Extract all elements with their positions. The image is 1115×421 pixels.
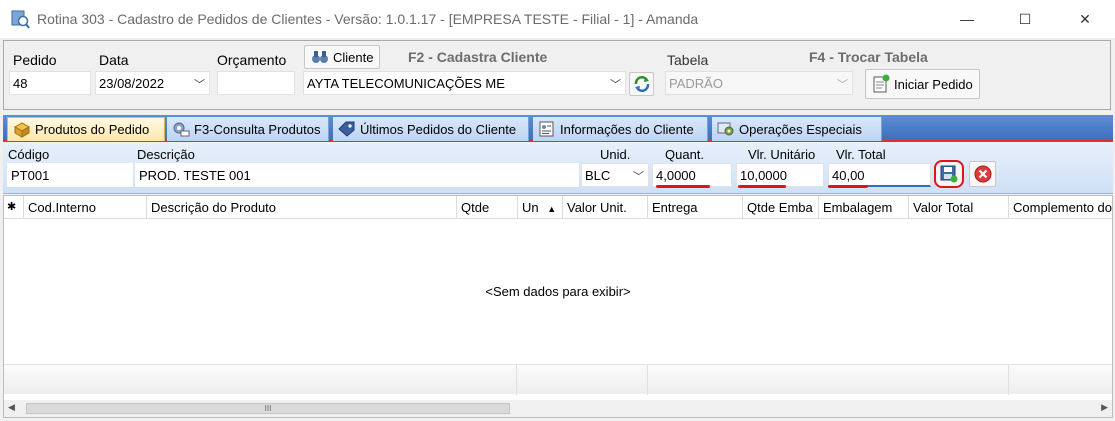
scroll-left-icon[interactable]: ◀ (8, 402, 15, 413)
tag-icon (338, 121, 355, 137)
sort-ascending-icon: ▲ (547, 204, 557, 214)
app-icon (11, 10, 30, 29)
unid-label: Unid. (600, 147, 631, 162)
minimize-button[interactable]: — (944, 0, 990, 38)
cancel-icon (974, 165, 991, 183)
tab-f3-consulta-produtos[interactable]: F3-Consulta Produtos (167, 117, 329, 141)
window-title: Rotina 303 - Cadastro de Pedidos de Clie… (37, 11, 699, 27)
minimize-icon: — (960, 11, 974, 27)
col-valor-unit[interactable]: Valor Unit. (563, 196, 648, 219)
chevron-down-icon[interactable]: ﹀ (837, 76, 848, 92)
binoculars-icon (312, 51, 328, 63)
tab-label: Operações Especiais (739, 121, 862, 137)
orcamento-label: Orçamento (217, 52, 287, 68)
refresh-icon (634, 76, 649, 92)
scrollbar-thumb[interactable]: III (26, 403, 510, 414)
unid-select[interactable]: BLC ﹀ (581, 163, 649, 187)
quant-highlight (656, 185, 710, 188)
order-header-panel: Pedido 48 Data 23/08/2022 ﹀ Orçamento Cl… (3, 40, 1111, 110)
close-button[interactable]: ✕ (1062, 0, 1108, 38)
codigo-label: Código (8, 147, 50, 162)
cliente-button-label: Cliente (333, 49, 374, 65)
pedido-field[interactable]: 48 (9, 71, 91, 95)
footer-separator (647, 365, 648, 395)
vlr-unitario-highlight (738, 185, 786, 188)
row-indicator-icon: ✱ (4, 196, 24, 219)
col-qtde-emba[interactable]: Qtde Emba (743, 196, 819, 219)
settings-icon (717, 122, 734, 136)
col-qtde[interactable]: Qtde (457, 196, 518, 219)
footer-separator (516, 365, 517, 395)
vlr-total-field[interactable]: 40,00 (828, 163, 931, 187)
unid-value: BLC (585, 168, 611, 183)
tab-label: Últimos Pedidos do Cliente (360, 121, 517, 137)
descricao-field[interactable]: PROD. TESTE 001 (135, 163, 579, 187)
cliente-value: AYTA TELECOMUNICAÇÕES ME (307, 76, 505, 91)
tab-label: Produtos do Pedido (35, 122, 150, 137)
refresh-button[interactable] (629, 72, 654, 96)
tab-ultimos-pedidos[interactable]: Últimos Pedidos do Cliente (333, 117, 529, 141)
tab-informacoes-cliente[interactable]: Informações do Cliente (533, 117, 708, 141)
vlr-unitario-field[interactable]: 10,0000 (736, 163, 824, 187)
cancel-item-button[interactable] (969, 161, 996, 187)
vlr-total-label: Vlr. Total (836, 147, 886, 162)
grid-footer-summary (4, 364, 1112, 395)
cliente-select[interactable]: AYTA TELECOMUNICAÇÕES ME ﹀ (303, 71, 626, 95)
item-entry-panel: Código PT001 Descrição PROD. TESTE 001 U… (3, 144, 1113, 194)
col-entrega[interactable]: Entrega (648, 196, 743, 219)
orcamento-field[interactable] (217, 71, 295, 95)
f4-trocar-tabela-label: F4 - Trocar Tabela (809, 49, 928, 65)
col-embalagem[interactable]: Embalagem (819, 196, 909, 219)
col-un[interactable]: Un ▲ (518, 196, 563, 219)
footer-separator (1008, 365, 1009, 395)
pedido-label: Pedido (13, 52, 57, 68)
iniciar-pedido-button[interactable]: Iniciar Pedido (865, 69, 980, 99)
box-icon (13, 121, 31, 138)
col-complemento[interactable]: Complemento do (1009, 196, 1114, 219)
chevron-down-icon[interactable]: ﹀ (633, 168, 644, 184)
date-value: 23/08/2022 (99, 76, 165, 91)
codigo-field[interactable]: PT001 (7, 163, 133, 187)
tabela-select[interactable]: PADRÃO ﹀ (665, 71, 853, 95)
col-un-label: Un (522, 200, 539, 215)
products-grid[interactable]: ✱ Cod.Interno Descrição do Produto Qtde … (3, 195, 1113, 418)
quant-field[interactable]: 4,0000 (652, 163, 732, 187)
save-icon (940, 165, 958, 183)
tab-label: F3-Consulta Produtos (194, 121, 321, 137)
save-item-button[interactable] (934, 160, 964, 188)
vlr-total-highlight (828, 185, 868, 188)
empty-grid-message: <Sem dados para exibir> (485, 284, 631, 299)
cliente-button[interactable]: Cliente (304, 45, 381, 69)
col-cod-interno[interactable]: Cod.Interno (24, 196, 147, 219)
maximize-icon: ☐ (1018, 10, 1032, 27)
scroll-right-icon[interactable]: ▶ (1101, 402, 1108, 413)
chevron-down-icon[interactable]: ﹀ (610, 76, 621, 92)
tabela-value: PADRÃO (669, 76, 723, 91)
data-label: Data (99, 52, 129, 68)
quant-label: Quant. (665, 147, 705, 162)
grid-header: ✱ Cod.Interno Descrição do Produto Qtde … (4, 196, 1112, 219)
close-icon: ✕ (1079, 10, 1091, 27)
col-valor-total[interactable]: Valor Total (909, 196, 1009, 219)
tab-strip: Produtos do Pedido F3-Consulta Produtos … (3, 115, 1113, 142)
title-bar: Rotina 303 - Cadastro de Pedidos de Clie… (0, 0, 1115, 38)
date-field[interactable]: 23/08/2022 ﹀ (95, 71, 210, 95)
descricao-label: Descrição (137, 147, 195, 162)
tab-produtos-do-pedido[interactable]: Produtos do Pedido (7, 117, 165, 141)
col-descricao-produto[interactable]: Descrição do Produto (147, 196, 457, 219)
iniciar-pedido-label: Iniciar Pedido (894, 76, 973, 92)
tab-label: Informações do Cliente (560, 121, 694, 137)
chevron-down-icon[interactable]: ﹀ (194, 76, 205, 92)
maximize-button[interactable]: ☐ (1002, 0, 1048, 38)
vlr-unitario-label: Vlr. Unitário (748, 147, 816, 162)
gear-icon (173, 122, 190, 137)
f2-cadastra-cliente-label: F2 - Cadastra Cliente (408, 49, 548, 65)
id-card-icon (539, 121, 554, 137)
new-document-icon (873, 74, 890, 93)
tabela-label: Tabela (667, 52, 709, 68)
horizontal-scrollbar[interactable]: ◀ III ▶ (4, 400, 1112, 417)
tab-operacoes-especiais[interactable]: Operações Especiais (712, 117, 882, 141)
